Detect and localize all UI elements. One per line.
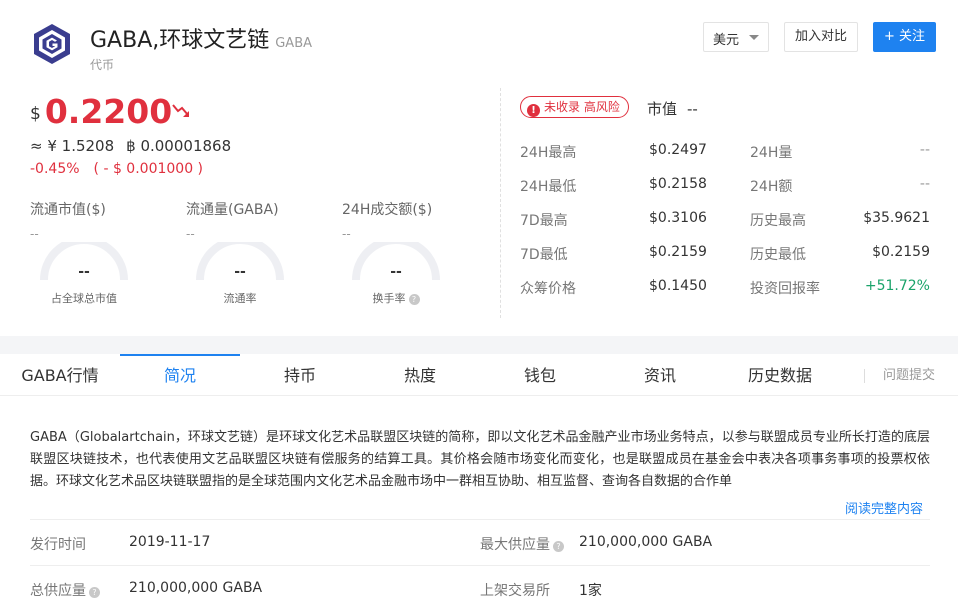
read-more-link[interactable]: 阅读完整内容 xyxy=(845,498,924,517)
tab-bar-border xyxy=(0,395,958,396)
gauge-label: 换手率? xyxy=(340,290,452,306)
stat-label: 24H成交额($) xyxy=(342,202,433,218)
info-label-text: 总供应量 xyxy=(30,583,86,599)
report-issue-link[interactable]: 问题提交 xyxy=(883,354,935,398)
price-cny: ≈ ¥ 1.5208 xyxy=(30,137,115,155)
info-value: 1家 xyxy=(579,583,602,599)
market-label: 24H额 xyxy=(750,179,793,195)
market-label: 众筹价格 xyxy=(520,281,576,297)
help-icon[interactable]: ? xyxy=(553,541,564,552)
stat-value: -- xyxy=(342,227,351,241)
tab-separator xyxy=(864,369,865,383)
market-label: 7D最低 xyxy=(520,247,568,263)
info-label: 发行时间 xyxy=(30,534,86,554)
risk-badge[interactable]: ! 未收录 高风险 xyxy=(520,96,629,118)
follow-button[interactable]: + 关注 xyxy=(873,22,936,52)
info-label-text: 最大供应量 xyxy=(480,537,550,553)
info-divider xyxy=(30,519,930,520)
coin-description: GABA（Globalartchain，环球文艺链）是环球文化艺术品联盟区块链的… xyxy=(30,430,930,489)
gauge-value: -- xyxy=(390,264,402,280)
tab-history[interactable]: 历史数据 xyxy=(720,354,840,396)
coin-logo-icon xyxy=(34,24,70,64)
market-label: 24H量 xyxy=(750,145,793,161)
stat-value: -- xyxy=(186,227,195,241)
info-value: 2019-11-17 xyxy=(129,534,211,550)
info-label-text: 上架交易所 xyxy=(480,583,550,599)
currency-select-value: 美元 xyxy=(713,33,740,48)
coin-type: 代币 xyxy=(90,58,115,72)
stat-label: 流通市值($) xyxy=(30,202,106,218)
caret-down-icon xyxy=(749,35,759,40)
tab-wallet[interactable]: 钱包 xyxy=(480,354,600,396)
coin-name: GABA,环球文艺链 xyxy=(90,28,270,53)
market-label: 24H最高 xyxy=(520,145,577,161)
add-compare-button[interactable]: 加入对比 xyxy=(784,22,858,52)
section-separator xyxy=(0,336,958,354)
market-value: -- xyxy=(919,142,930,158)
info-label: 总供应量? xyxy=(30,580,100,600)
market-value: $0.2158 xyxy=(649,176,707,192)
change-absolute: ( - $ 0.001000 ) xyxy=(93,161,204,177)
price-btc: ฿ 0.00001868 xyxy=(126,137,232,155)
gauge-circulation-rate: -- 流通率 xyxy=(194,236,286,305)
mcap-label: 市值 xyxy=(647,100,678,118)
gauge-label: 流通率 xyxy=(223,292,257,305)
trend-down-icon xyxy=(172,104,189,117)
price-change: -0.45% ( - $ 0.001000 ) xyxy=(30,161,203,177)
help-icon[interactable]: ? xyxy=(89,587,100,598)
tab-overview[interactable]: 简况 xyxy=(120,354,240,396)
tab-holders[interactable]: 持币 xyxy=(240,354,360,396)
change-percent: -0.45% xyxy=(30,161,80,177)
stat-label: 流通量(GABA) xyxy=(186,202,279,218)
coin-title: GABA,环球文艺链 GABA xyxy=(90,22,312,54)
market-value: $0.2159 xyxy=(649,244,707,260)
stat-circulating-mcap: 流通市值($) -- xyxy=(30,199,170,241)
current-price: 0.2200 xyxy=(44,92,173,131)
info-value: 210,000,000 GABA xyxy=(579,534,713,550)
market-cap: 市值 -- xyxy=(647,98,698,119)
gauge-value: -- xyxy=(78,264,90,280)
help-icon[interactable]: ? xyxy=(408,294,420,305)
info-divider xyxy=(30,565,930,566)
stat-value: -- xyxy=(30,227,39,241)
market-label: 历史最低 xyxy=(750,247,806,263)
tab-popularity[interactable]: 热度 xyxy=(360,354,480,396)
market-label: 7D最高 xyxy=(520,213,568,229)
gauge-label-text: 换手率 xyxy=(372,292,406,305)
gauge-value: -- xyxy=(234,264,246,280)
market-value: $0.3106 xyxy=(649,210,707,226)
info-label-text: 发行时间 xyxy=(30,537,86,553)
market-value: +51.72% xyxy=(864,278,930,294)
stat-circulating-supply: 流通量(GABA) -- xyxy=(186,199,326,241)
info-label: 最大供应量? xyxy=(480,534,564,554)
gauge-global-share: -- 占全球总市值 xyxy=(38,236,130,305)
gauge-turnover-rate: -- 换手率? xyxy=(350,236,442,305)
market-value: $35.9621 xyxy=(863,210,930,226)
gauge-label: 占全球总市值 xyxy=(51,292,117,305)
market-label: 历史最高 xyxy=(750,213,806,229)
warning-icon: ! xyxy=(527,104,540,117)
info-label: 上架交易所 xyxy=(480,580,550,600)
tab-news[interactable]: 资讯 xyxy=(600,354,720,396)
risk-badge-text: 未收录 高风险 xyxy=(544,100,620,114)
coin-header: GABA,环球文艺链 GABA 代币 美元 加入对比 + 关注 $0.2200 ≈… xyxy=(0,0,958,336)
tab-market[interactable]: GABA行情 xyxy=(0,354,120,396)
mcap-value: -- xyxy=(687,100,698,118)
currency-select[interactable]: 美元 xyxy=(703,22,769,52)
market-value: $0.2159 xyxy=(872,244,930,260)
price-row: $0.2200 xyxy=(30,92,189,131)
market-value: -- xyxy=(919,176,930,192)
price-currency: $ xyxy=(30,104,41,124)
market-label: 24H最低 xyxy=(520,179,577,195)
market-value: $0.2497 xyxy=(649,142,707,158)
market-value: $0.1450 xyxy=(649,278,707,294)
tab-bar: GABA行情 简况 持币 热度 钱包 资讯 历史数据 问题提交 xyxy=(0,354,958,396)
coin-symbol: GABA xyxy=(275,36,313,51)
price-conversions: ≈ ¥ 1.5208 ฿ 0.00001868 xyxy=(30,137,243,155)
info-value: 210,000,000 GABA xyxy=(129,580,263,596)
header-divider xyxy=(500,88,501,318)
stat-24h-turnover: 24H成交额($) -- xyxy=(342,199,482,241)
